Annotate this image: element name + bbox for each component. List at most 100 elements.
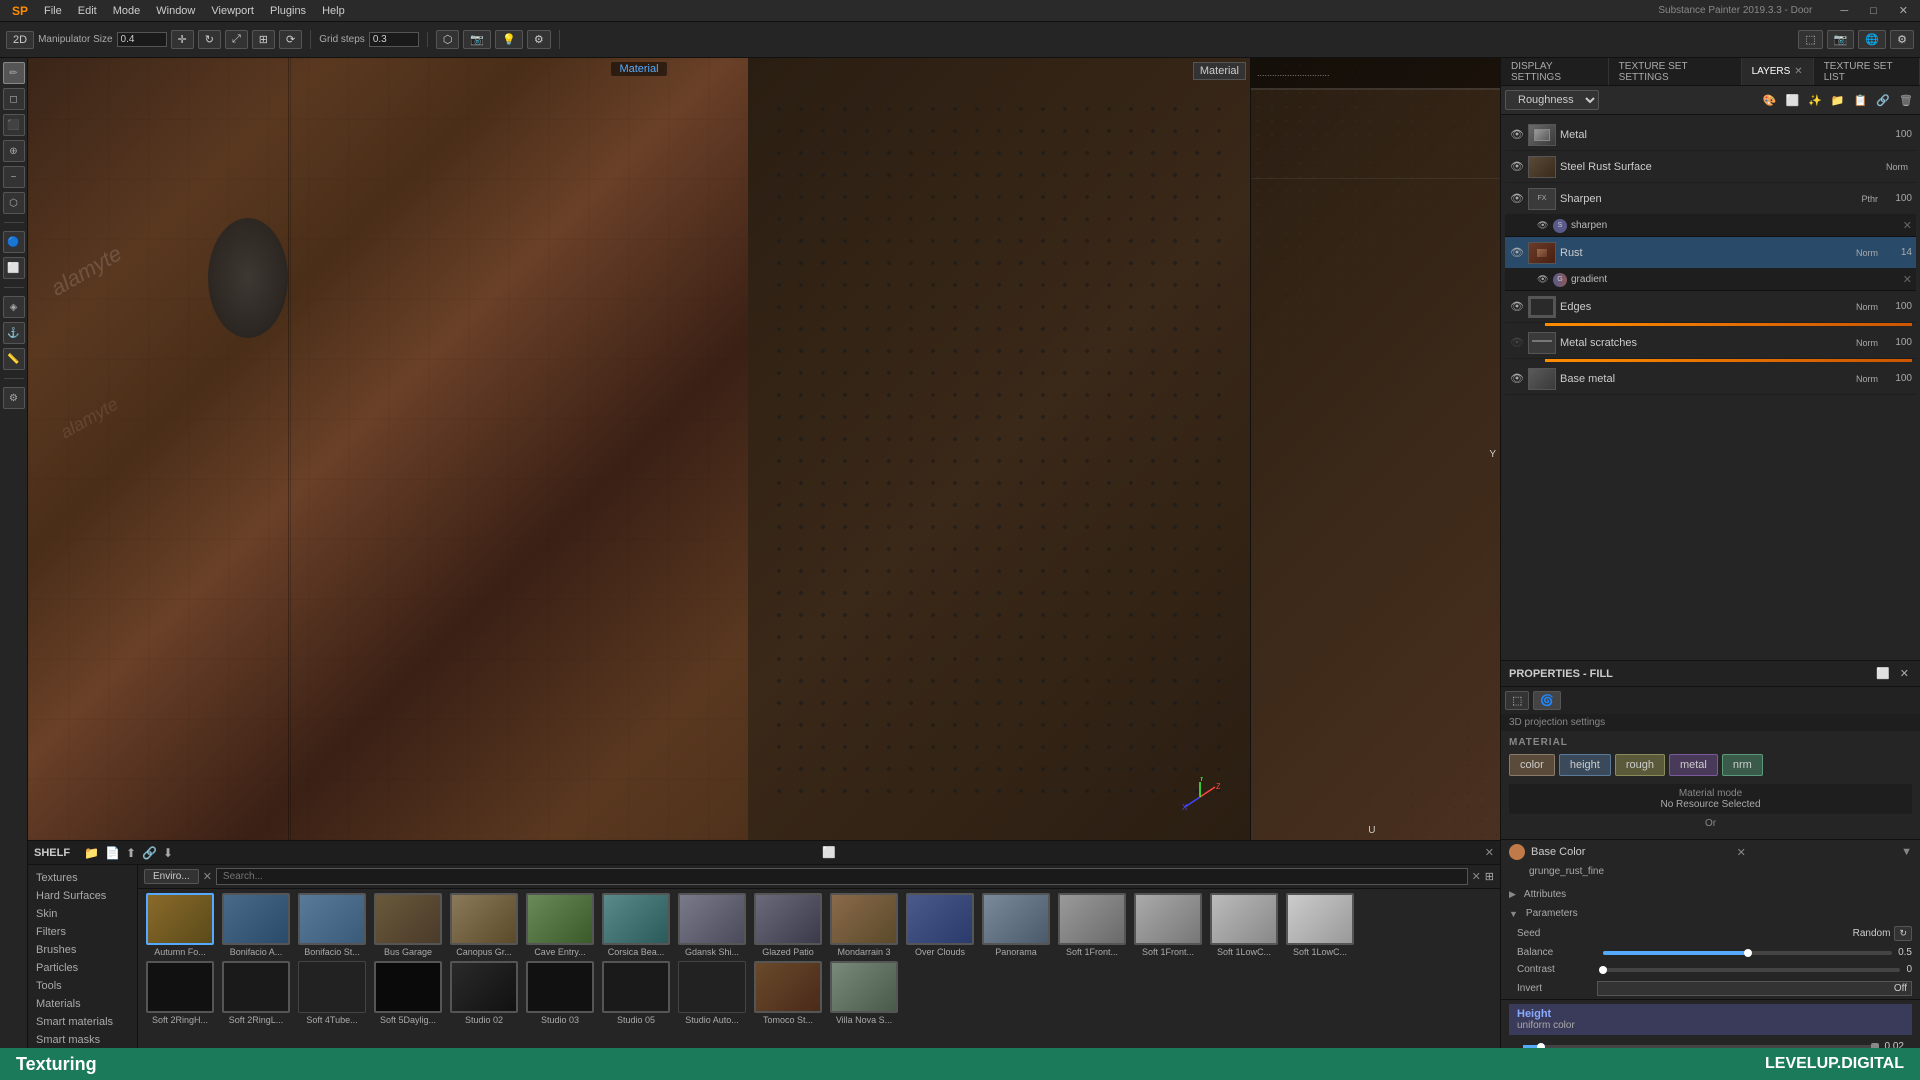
move-btn[interactable]: ✛: [171, 30, 194, 49]
shelf-thumb-soft1lc[interactable]: [1210, 893, 1278, 945]
shelf-search-close[interactable]: ✕: [1472, 870, 1481, 883]
rotate-btn[interactable]: ↻: [198, 30, 221, 49]
shelf-item-soft1f[interactable]: Soft 1Front...: [1132, 893, 1204, 957]
channel-rough[interactable]: rough: [1615, 754, 1665, 776]
shelf-thumb-over[interactable]: [906, 893, 974, 945]
channel-color[interactable]: color: [1509, 754, 1555, 776]
shelf-item-soft1lc[interactable]: Soft 1LowC...: [1208, 893, 1280, 957]
properties-tab-projection[interactable]: 🌀: [1533, 691, 1561, 710]
param-seed-refresh[interactable]: ↻: [1894, 926, 1912, 941]
grid-value[interactable]: [369, 32, 419, 47]
shelf-item-villa[interactable]: Villa Nova S...: [828, 961, 900, 1025]
tab-texture-set-settings[interactable]: TEXTURE SET SETTINGS: [1609, 58, 1742, 85]
tab-display-settings[interactable]: DISPLAY SETTINGS: [1501, 58, 1609, 85]
layer-edges-eye[interactable]: 👁: [1509, 300, 1525, 313]
shelf-cat-smart-materials[interactable]: Smart materials: [28, 1013, 137, 1031]
tool-smudge[interactable]: ~: [3, 166, 25, 188]
layer-rust[interactable]: 👁 Rust Norm 14: [1505, 237, 1916, 269]
tool-settings[interactable]: ⚙: [3, 387, 25, 409]
menu-mode[interactable]: Mode: [105, 3, 149, 19]
shelf-maximize-icon[interactable]: ⬜: [822, 846, 836, 859]
shelf-cat-particles[interactable]: Particles: [28, 959, 137, 977]
effect-sharpen-eye[interactable]: 👁: [1537, 220, 1553, 231]
tool-anchor[interactable]: ⚓: [3, 322, 25, 344]
shelf-close-icon[interactable]: ✕: [1485, 846, 1494, 859]
shelf-thumb-villa[interactable]: [830, 961, 898, 1013]
menu-help[interactable]: Help: [314, 3, 353, 19]
tool-select[interactable]: ⬡: [3, 192, 25, 214]
shelf-thumb-glazed[interactable]: [754, 893, 822, 945]
layer-steel-rust-eye[interactable]: 👁: [1509, 160, 1525, 173]
manip-value[interactable]: [117, 32, 167, 47]
mode-btn[interactable]: 2D: [6, 31, 34, 49]
shelf-item-soft2ringh[interactable]: Soft 2RingH...: [144, 961, 216, 1025]
shelf-item-studio05[interactable]: Studio 05: [600, 961, 672, 1025]
menu-file[interactable]: File: [36, 3, 70, 19]
viewport-3d[interactable]: alamyte alamyte Material Material Z Y: [28, 58, 1250, 840]
maximize-btn[interactable]: □: [1862, 3, 1885, 19]
layer-metal-scratches[interactable]: 👁 Metal scratches Norm 100: [1505, 327, 1916, 359]
close-btn[interactable]: ✕: [1891, 2, 1916, 19]
shelf-item-soft1lc2[interactable]: Soft 1LowC...: [1284, 893, 1356, 957]
layer-rust-eye[interactable]: 👁: [1509, 246, 1525, 259]
shelf-item-pano[interactable]: Panorama: [980, 893, 1052, 957]
scale-btn[interactable]: ⤢: [225, 30, 248, 49]
effect-gradient-eye[interactable]: 👁: [1537, 274, 1553, 285]
delete-layer-btn[interactable]: 🗑: [1896, 92, 1916, 109]
add-fill-layer-btn[interactable]: ⬜: [1783, 92, 1803, 109]
shelf-item-glazed[interactable]: Glazed Patio: [752, 893, 824, 957]
tool-eraser[interactable]: ◻: [3, 88, 25, 110]
shelf-item-studio-auto[interactable]: Studio Auto...: [676, 961, 748, 1025]
shelf-cat-skin[interactable]: Skin: [28, 905, 137, 923]
base-color-dot[interactable]: [1509, 844, 1525, 860]
view-settings-btn[interactable]: ⚙: [527, 30, 551, 49]
effect-gradient-close[interactable]: ✕: [1903, 273, 1912, 286]
tool-measure[interactable]: 📏: [3, 348, 25, 370]
shelf-item-soft2ringl[interactable]: Soft 2RingL...: [220, 961, 292, 1025]
layer-base-metal[interactable]: 👁 Base metal Norm 100: [1505, 363, 1916, 395]
attributes-section[interactable]: ▶ Attributes: [1501, 885, 1920, 904]
parameters-section[interactable]: ▼ Parameters: [1501, 904, 1920, 923]
shelf-thumb-canopus[interactable]: [450, 893, 518, 945]
link-btn[interactable]: 🔗: [1873, 92, 1893, 109]
shelf-cat-tools[interactable]: Tools: [28, 977, 137, 995]
add-paint-layer-btn[interactable]: 🎨: [1760, 92, 1780, 109]
tool-projection[interactable]: ⬜: [3, 257, 25, 279]
tool-paint[interactable]: ✏: [3, 62, 25, 84]
layer-base-metal-eye[interactable]: 👁: [1509, 372, 1525, 385]
shelf-thumb-soft2ringl[interactable]: [222, 961, 290, 1013]
shelf-thumb-mon[interactable]: [830, 893, 898, 945]
env-btn[interactable]: 🌐: [1858, 30, 1886, 49]
minimize-btn[interactable]: ─: [1832, 3, 1856, 19]
view-3d-btn[interactable]: ⬡: [436, 30, 460, 49]
shelf-cat-hard-surfaces[interactable]: Hard Surfaces: [28, 887, 137, 905]
shelf-item-soft1[interactable]: Soft 1Front...: [1056, 893, 1128, 957]
shelf-export-icon[interactable]: ⬇: [163, 846, 173, 860]
shelf-thumb-soft2ringh[interactable]: [146, 961, 214, 1013]
layer-sharpen[interactable]: 👁 FX Sharpen Pthr 100: [1505, 183, 1916, 215]
base-color-close[interactable]: ✕: [1737, 846, 1746, 859]
shelf-item-canopus[interactable]: Canopus Gr...: [448, 893, 520, 957]
shelf-thumb-bus[interactable]: [374, 893, 442, 945]
effect-sharpen-close[interactable]: ✕: [1903, 219, 1912, 232]
shelf-thumb-studio03[interactable]: [526, 961, 594, 1013]
tab-layers-close[interactable]: ✕: [1794, 66, 1802, 77]
shelf-item-autumn[interactable]: Autumn Fo...: [144, 893, 216, 957]
shelf-thumb-pano[interactable]: [982, 893, 1050, 945]
add-group-btn[interactable]: 📁: [1828, 92, 1848, 109]
shelf-thumb-corsica[interactable]: [602, 893, 670, 945]
menu-window[interactable]: Window: [148, 3, 203, 19]
channel-metal[interactable]: metal: [1669, 754, 1718, 776]
base-color-title[interactable]: Base Color: [1509, 844, 1585, 860]
shelf-tab[interactable]: Enviro...: [144, 869, 199, 884]
shelf-grid-toggle[interactable]: ⊞: [1485, 870, 1494, 883]
shelf-item-studio02[interactable]: Studio 02: [448, 961, 520, 1025]
shelf-item-bonifacio-a[interactable]: Bonifacio A...: [220, 893, 292, 957]
shelf-import-icon[interactable]: ⬆: [126, 846, 136, 860]
shelf-new-icon[interactable]: 📄: [105, 846, 120, 860]
shelf-search-input[interactable]: [216, 868, 1468, 885]
shelf-thumb-soft4tube[interactable]: [298, 961, 366, 1013]
view-light-btn[interactable]: 💡: [495, 30, 523, 49]
shelf-item-cave[interactable]: Cave Entry...: [524, 893, 596, 957]
tool-3d-paint[interactable]: 🔵: [3, 231, 25, 253]
